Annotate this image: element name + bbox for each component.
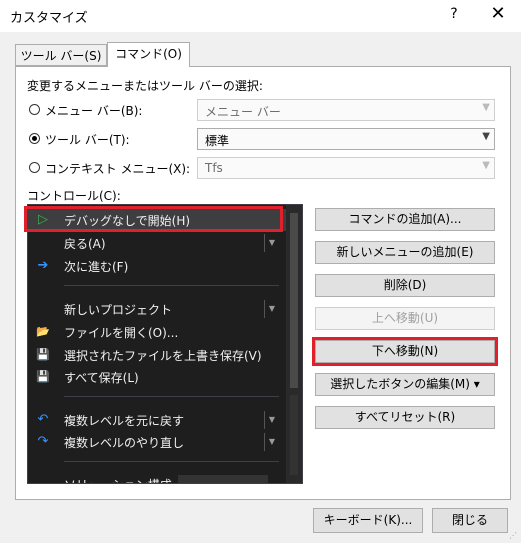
list-item-label: 複数レベルを元に戻す — [64, 414, 185, 428]
title-bar: カスタマイズ ? ✕ — [0, 0, 521, 32]
scrollbar-track — [290, 395, 298, 475]
scrollbar[interactable] — [286, 205, 302, 483]
toolbar-select-value: 標準 — [205, 134, 230, 148]
configuration-combo[interactable] — [178, 475, 268, 483]
list-item[interactable]: 💾 すべて保存(L) — [28, 366, 286, 388]
list-item[interactable]: 戻る(A) ▼ — [28, 232, 286, 254]
save-all-icon: 💾 — [36, 370, 50, 383]
chevron-down-icon: ▼ — [482, 160, 490, 171]
scrollbar-thumb[interactable] — [290, 213, 298, 388]
list-item-label: すべて保存(L) — [64, 371, 139, 385]
menu-bar-select: メニュー バー ▼ — [197, 99, 495, 121]
chevron-down-icon[interactable]: ▼ — [264, 234, 279, 252]
list-item[interactable]: 📂 ファイルを開く(O)... — [28, 321, 286, 343]
keyboard-button[interactable]: キーボード(K)... — [313, 508, 423, 533]
chevron-down-icon[interactable]: ▼ — [264, 433, 279, 451]
open-file-icon: 📂 — [36, 325, 50, 338]
menu-bar-select-value: メニュー バー — [205, 105, 281, 119]
undo-icon: ↶ — [37, 412, 49, 427]
reset-all-button[interactable]: すべてリセット(R) — [315, 406, 495, 429]
context-menu-select: Tfs ▼ — [197, 157, 495, 179]
list-item-label: 新しいプロジェクト — [64, 303, 173, 317]
list-item[interactable]: 💾 選択されたファイルを上書き保存(V) — [28, 344, 286, 366]
radio-context-menu-label: コンテキスト メニュー(X): — [45, 162, 191, 176]
radio-toolbar[interactable] — [29, 133, 40, 144]
close-button[interactable]: 閉じる — [432, 508, 508, 533]
resize-grip-icon[interactable]: ⋰ — [509, 531, 519, 541]
separator — [64, 396, 279, 397]
list-item-label: デバッグなしで開始(H) — [64, 214, 191, 228]
chevron-down-icon[interactable]: ▼ — [264, 411, 279, 429]
separator — [64, 461, 279, 462]
list-item-label: 次に進む(F) — [64, 260, 129, 274]
list-item-label: ソリューション構成 — [64, 476, 172, 483]
toolbar-select[interactable]: 標準 ▼ — [197, 128, 495, 150]
play-icon: ▷ — [38, 212, 48, 227]
move-down-button[interactable]: 下へ移動(N) — [315, 340, 495, 363]
context-menu-select-value: Tfs — [205, 161, 223, 175]
add-new-menu-button[interactable]: 新しいメニューの追加(E) — [315, 241, 495, 264]
delete-button[interactable]: 削除(D) — [315, 274, 495, 297]
list-item[interactable]: 新しいプロジェクト ▼ — [28, 298, 286, 320]
add-command-button[interactable]: コマンドの追加(A)... — [315, 208, 495, 231]
radio-menu-bar[interactable] — [29, 104, 40, 115]
move-up-button[interactable]: 上へ移動(U) — [315, 307, 495, 330]
navigate-forward-icon: ➔ — [37, 258, 49, 273]
save-icon: 💾 — [36, 348, 50, 361]
list-item[interactable]: ソリューション構成 — [28, 473, 286, 483]
tab-commands[interactable]: コマンド(O) — [107, 42, 190, 67]
list-item-label: 戻る(A) — [64, 237, 106, 251]
list-item-label: 選択されたファイルを上書き保存(V) — [64, 349, 262, 363]
separator — [64, 285, 279, 286]
list-item[interactable]: ↷ 複数レベルのやり直し ▼ — [28, 431, 286, 453]
chevron-down-icon[interactable]: ▼ — [264, 300, 279, 318]
chevron-down-icon: ▼ — [482, 102, 490, 113]
tab-toolbars[interactable]: ツール バー(S) — [15, 44, 107, 66]
list-item[interactable]: ▷ デバッグなしで開始(H) — [28, 209, 286, 231]
radio-menu-bar-label: メニュー バー(B): — [45, 104, 143, 118]
modify-selection-button[interactable]: 選択したボタンの編集(M) ▾ — [315, 373, 495, 396]
controls-label: コントロール(C): — [27, 189, 121, 203]
close-icon[interactable]: ✕ — [488, 3, 508, 24]
radio-toolbar-label: ツール バー(T): — [45, 133, 130, 147]
redo-icon: ↷ — [37, 434, 49, 449]
section-label: 変更するメニューまたはツール バーの選択: — [27, 79, 263, 93]
list-item-label: 複数レベルのやり直し — [64, 436, 185, 450]
chevron-down-icon[interactable]: ▼ — [482, 131, 490, 142]
list-item-label: ファイルを開く(O)... — [64, 326, 179, 340]
window-title: カスタマイズ — [10, 11, 88, 26]
controls-list[interactable]: ▷ デバッグなしで開始(H) 戻る(A) ▼ ➔ 次に進む(F) 新しいプロジェ… — [27, 204, 303, 484]
list-item[interactable]: ↶ 複数レベルを元に戻す ▼ — [28, 409, 286, 431]
radio-context-menu[interactable] — [29, 162, 40, 173]
list-item[interactable]: ➔ 次に進む(F) — [28, 255, 286, 277]
help-icon[interactable]: ? — [446, 6, 462, 22]
